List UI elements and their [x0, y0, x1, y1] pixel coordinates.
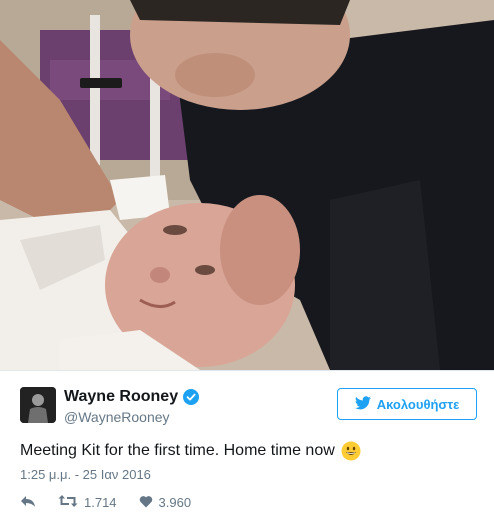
follow-button[interactable]: Ακολουθήστε	[337, 388, 477, 420]
follow-button-label: Ακολουθήστε	[376, 396, 460, 412]
tweet-text: Meeting Kit for the first time. Home tim…	[20, 442, 335, 459]
verified-badge-icon	[183, 389, 200, 405]
tweet-actions: 1.714 3.960	[20, 494, 213, 511]
tweet-photo[interactable]	[0, 0, 494, 371]
like-count: 3.960	[158, 495, 192, 510]
reply-icon	[20, 494, 36, 511]
photo-illustration	[0, 0, 494, 370]
tweet-timestamp[interactable]: 1:25 μ.μ. - 25 Ιαν 2016	[20, 467, 151, 482]
avatar[interactable]	[20, 387, 56, 423]
retweet-icon	[58, 494, 78, 511]
heart-icon	[139, 495, 153, 511]
grinning-face-icon	[341, 441, 361, 461]
name-row: Wayne Rooney	[64, 388, 200, 406]
tweet-card: Wayne Rooney @WayneRooney Ακολουθήστε Me…	[0, 371, 494, 519]
tweet-text-row: Meeting Kit for the first time. Home tim…	[20, 441, 361, 461]
reply-button[interactable]	[20, 494, 36, 511]
retweet-count: 1.714	[84, 495, 117, 510]
like-button[interactable]: 3.960	[139, 495, 192, 511]
retweet-button[interactable]: 1.714	[58, 494, 117, 511]
twitter-bird-icon	[354, 395, 371, 413]
user-handle[interactable]: @WayneRooney	[64, 409, 170, 425]
avatar-image	[20, 387, 56, 423]
display-name[interactable]: Wayne Rooney	[64, 388, 178, 406]
